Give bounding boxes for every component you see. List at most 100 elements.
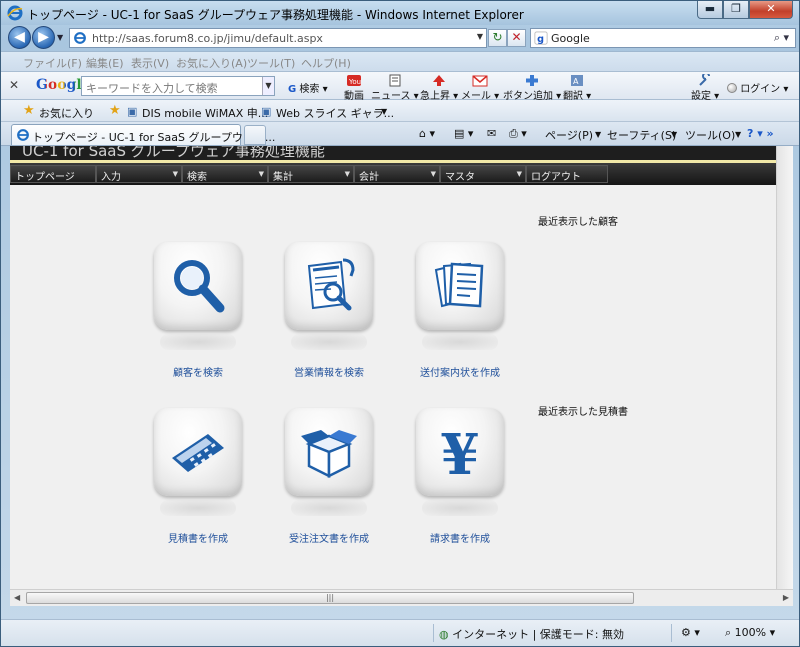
menu-tools[interactable]: ツール(T) (247, 55, 295, 71)
horizontal-scrollbar[interactable]: ◀ ||| ▶ (10, 589, 793, 606)
tile-create-estimate[interactable] (154, 408, 242, 516)
add-button-button[interactable]: ボタン追加 ▾ (503, 74, 561, 102)
tools-menu[interactable]: ツール(O) (685, 127, 735, 143)
search-icon[interactable]: ⌕ ▾ (774, 31, 789, 45)
tile-label-create-cover-letter[interactable]: 送付案内状を作成 (390, 364, 530, 379)
google-search-input[interactable]: キーワードを入力して検索 ▼ (81, 76, 275, 96)
documents-icon (434, 262, 484, 308)
login-label: ログイン (740, 84, 781, 95)
help-icon[interactable]: ? ▾ » (747, 127, 774, 140)
translate-button[interactable]: A 翻訳 ▾ (563, 74, 591, 102)
safety-menu[interactable]: セーフティ(S) (607, 127, 676, 143)
google-toolbar: ✕ Google キーワードを入力して検索 ▼ G 検索 ▾ You 動画 ニュ… (1, 71, 799, 102)
google-search-dropdown-icon[interactable]: ▼ (262, 77, 274, 95)
tile-create-order[interactable] (285, 408, 373, 516)
menu-view[interactable]: 表示(V) (131, 55, 169, 71)
favorites-button[interactable]: お気に入り (39, 105, 94, 121)
feeds-icon[interactable]: ▤ ▾ (454, 127, 473, 140)
home-icon[interactable]: ⌂ ▾ (419, 127, 435, 140)
scroll-thumb[interactable]: ||| (26, 592, 634, 604)
scroll-left-icon[interactable]: ◀ (14, 593, 20, 602)
page-menu-arrow-icon: ▼ (595, 130, 602, 139)
plus-icon (526, 75, 539, 86)
tab-active[interactable]: トップページ - UC-1 for SaaS グループウェア... (11, 124, 275, 145)
read-mail-icon[interactable]: ✉ (487, 127, 496, 140)
fav-item-page-icon: ▣ (261, 105, 272, 118)
search-engine-name: Google (551, 32, 590, 45)
tile-create-cover-letter[interactable] (416, 242, 504, 350)
history-dropdown-icon[interactable]: ▼ (57, 33, 63, 42)
tile-label-create-invoice[interactable]: 請求書を作成 (390, 530, 530, 545)
dropdown-arrow-icon: ▼ (430, 170, 436, 178)
fav-dropdown-icon[interactable]: ▼ (381, 107, 387, 116)
dropdown-arrow-icon: ▼ (344, 170, 350, 178)
settings-button[interactable]: 設定 ▾ (691, 74, 719, 102)
tile-create-invoice[interactable]: ¥ (416, 408, 504, 516)
news-button[interactable]: ニュース ▾ (371, 74, 419, 102)
fav-item-wimax[interactable]: DIS mobile WiMAX 申... (142, 105, 268, 121)
tile-label-create-estimate[interactable]: 見積書を作成 (128, 530, 268, 545)
video-button[interactable]: You 動画 (344, 74, 364, 102)
dropdown-arrow-icon: ▼ (516, 170, 522, 178)
google-g-icon: g (534, 31, 548, 45)
maximize-button[interactable]: ❐ (723, 1, 749, 19)
nav-top-page[interactable]: トップページ (10, 165, 96, 183)
menu-favorites[interactable]: お気に入り(A) (176, 55, 247, 71)
scroll-right-icon[interactable]: ▶ (783, 593, 789, 602)
page-menu[interactable]: ページ(P) (545, 127, 593, 143)
calculator-icon (172, 434, 224, 472)
security-zone[interactable]: ◍ インターネット | 保護モード: 無効 (439, 626, 624, 642)
new-tab-button[interactable] (244, 125, 266, 145)
mail-button[interactable]: メール ▾ (461, 74, 499, 102)
dropdown-arrow-icon: ▼ (258, 170, 264, 178)
trending-button[interactable]: 急上昇 ▾ (420, 74, 458, 102)
nav-input[interactable]: 入力 ▼ (96, 165, 182, 183)
fav-item-webslice[interactable]: Web スライス ギャラ... (276, 105, 394, 121)
nav-aggregate[interactable]: 集計 ▼ (268, 165, 354, 183)
up-arrow-icon (433, 75, 446, 86)
forward-button[interactable]: ▶ (32, 26, 55, 49)
refresh-button[interactable]: ↻ (488, 29, 507, 47)
status-bar: ◍ インターネット | 保護モード: 無効 ⚙ ▾ ⌕ 100% ▾ (1, 619, 799, 646)
minimize-button[interactable]: ▬ (697, 1, 723, 19)
stop-button[interactable]: ✕ (507, 29, 526, 47)
add-favorites-icon[interactable]: ★ (109, 103, 121, 118)
status-options-icon[interactable]: ⚙ ▾ (681, 626, 700, 639)
status-separator (671, 624, 672, 642)
nav-search[interactable]: 検索 ▼ (182, 165, 268, 183)
nav-label: マスタ (445, 172, 475, 183)
yen-glyph: ¥ (441, 422, 480, 482)
globe-icon: ◍ (439, 628, 449, 641)
recent-estimates-heading: 最近表示した見積書 (538, 407, 628, 418)
zoom-level-text: 100% (734, 626, 767, 639)
back-button[interactable]: ◀ (8, 26, 31, 49)
browser-search-box[interactable]: g Google ⌕ ▾ (530, 28, 796, 48)
window-controls: ▬ ❐ ✕ (697, 1, 793, 19)
nav-label: トップページ (15, 172, 75, 183)
nav-accounting[interactable]: 会計 ▼ (354, 165, 440, 183)
wrench-icon (699, 74, 711, 86)
address-dropdown-icon[interactable]: ▼ (477, 32, 483, 41)
tile-label-search-customer[interactable]: 顧客を検索 (128, 364, 268, 379)
nav-label: 入力 (101, 172, 121, 183)
close-toolbar-icon[interactable]: ✕ (9, 78, 19, 92)
app-title: UC-1 for SaaS グループウェア事務処理機能 (22, 146, 325, 160)
menu-edit[interactable]: 編集(E) (86, 55, 124, 71)
address-url[interactable]: http://saas.forum8.co.jp/jimu/default.as… (92, 32, 323, 45)
menu-help[interactable]: ヘルプ(H) (301, 55, 351, 71)
tile-search-sales[interactable] (285, 242, 373, 350)
login-button[interactable]: ログイン ▾ (727, 80, 788, 95)
vertical-scrollbar[interactable] (776, 146, 793, 589)
tile-search-customer[interactable] (154, 242, 242, 350)
tile-label-search-sales[interactable]: 営業情報を検索 (259, 364, 399, 379)
title-bar: トップページ - UC-1 for SaaS グループウェア事務処理機能 - W… (1, 1, 799, 25)
close-button[interactable]: ✕ (749, 1, 793, 19)
nav-logout[interactable]: ログアウト (526, 165, 608, 183)
print-icon[interactable]: ⎙ ▾ (509, 127, 527, 141)
zoom-level[interactable]: ⌕ 100% ▾ (725, 626, 775, 640)
address-bar[interactable]: http://saas.forum8.co.jp/jimu/default.as… (69, 28, 487, 48)
nav-master[interactable]: マスタ ▼ (440, 165, 526, 183)
menu-file[interactable]: ファイル(F) (23, 55, 82, 71)
tile-label-create-order[interactable]: 受注注文書を作成 (259, 530, 399, 545)
google-search-button[interactable]: G 検索 ▾ (288, 80, 328, 95)
